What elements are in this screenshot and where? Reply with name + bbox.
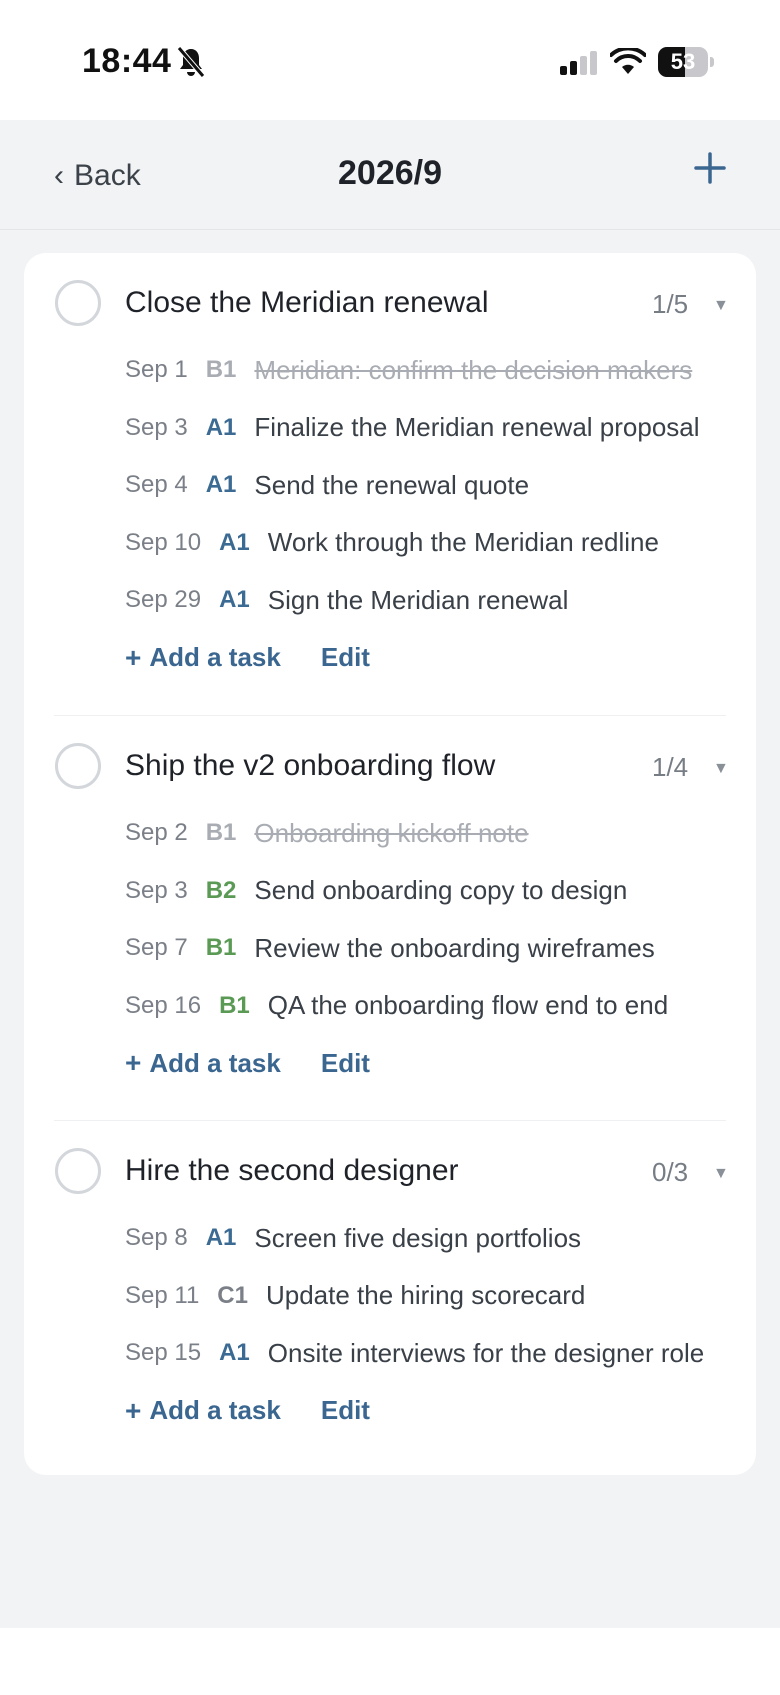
goal-progress-count: 1/4	[652, 752, 689, 782]
task-row[interactable]: Sep 3 A1 Finalize the Meridian renewal pro…	[125, 408, 700, 448]
task-priority-badge: A1	[219, 1339, 250, 1366]
plus-icon: +	[125, 1047, 142, 1078]
edit-goal-button[interactable]: Edit	[321, 642, 370, 673]
add-task-button[interactable]: + Add a task	[125, 1047, 281, 1079]
edit-goal-button[interactable]: Edit	[321, 1048, 370, 1079]
task-title: Finalize the Meridian renewal proposal	[254, 412, 700, 442]
battery-icon: 53	[658, 47, 714, 77]
task-title: Sign the Meridian renewal	[267, 584, 569, 615]
task-date: Sep 8	[125, 1224, 188, 1251]
task-priority-badge: A1	[205, 1224, 237, 1251]
goal-actions: + Add a task Edit	[125, 1391, 370, 1431]
plus-icon[interactable]	[692, 150, 728, 186]
task-date: Sep 11	[125, 1281, 200, 1309]
goal-progress-count: 0/3	[652, 1157, 689, 1187]
task-date: Sep 3	[125, 413, 188, 441]
goal-title[interactable]: Ship the v2 onboarding flow	[125, 749, 495, 783]
task-title: Onboarding kickoff note	[254, 817, 529, 848]
task-date: Sep 29	[125, 586, 202, 613]
goal-title[interactable]: Close the Meridian renewal	[125, 286, 489, 320]
task-row[interactable]: Sep 15 A1 Onsite interviews for the design…	[125, 1333, 704, 1373]
chevron-left-icon: ‹	[54, 159, 64, 192]
task-row[interactable]: Sep 8 A1 Screen five design portfolios	[125, 1218, 581, 1258]
home-indicator-area	[0, 1628, 780, 1695]
task-row[interactable]: Sep 29 A1 Sign the Meridian renewal	[125, 580, 568, 620]
task-date: Sep 4	[125, 471, 188, 498]
goal-actions: + Add a task Edit	[125, 638, 370, 678]
task-priority-badge: C1	[217, 1281, 248, 1309]
add-task-button[interactable]: + Add a task	[125, 1395, 281, 1427]
task-priority-badge: A1	[219, 586, 250, 613]
task-priority-badge: A1	[219, 528, 250, 556]
task-date: Sep 10	[125, 528, 202, 556]
task-date: Sep 3	[125, 876, 188, 904]
task-row[interactable]: Sep 1 B1 Meridian: confirm the decision ma…	[125, 350, 692, 390]
battery-level: 53	[670, 49, 696, 74]
bell-off-icon	[177, 46, 205, 78]
task-title: Work through the Meridian redline	[267, 527, 659, 557]
goal-title[interactable]: Hire the second designer	[125, 1154, 459, 1188]
task-title: QA the onboarding flow end to end	[267, 990, 669, 1020]
goal-divider	[54, 1120, 726, 1121]
task-date: Sep 16	[125, 991, 202, 1019]
add-task-label: Add a task	[149, 1395, 281, 1425]
task-priority-badge: B1	[205, 819, 237, 846]
task-row[interactable]: Sep 4 A1 Send the renewal quote	[125, 465, 529, 505]
task-date: Sep 1	[125, 356, 188, 383]
task-priority-badge: B1	[219, 991, 250, 1019]
collapse-caret-icon[interactable]: ▼	[713, 760, 729, 778]
task-row[interactable]: Sep 10 A1 Work through the Meridian redlin…	[125, 523, 659, 563]
goal-checkbox[interactable]	[55, 743, 101, 789]
add-task-label: Add a task	[149, 1047, 281, 1078]
back-label: Back	[74, 159, 141, 192]
plus-icon: +	[125, 641, 142, 673]
collapse-caret-icon[interactable]: ▼	[713, 1165, 729, 1183]
task-title: Review the onboarding wireframes	[254, 932, 655, 963]
task-title: Screen five design portfolios	[254, 1222, 582, 1253]
signal-icon	[560, 51, 597, 75]
goal-actions: + Add a task Edit	[125, 1043, 370, 1083]
task-row[interactable]: Sep 7 B1 Review the onboarding wireframes	[125, 928, 655, 968]
goals-card: Close the Meridian renewal 1/5 ▼ Sep 1 B1 Mer…	[24, 253, 756, 1475]
goal-divider	[54, 715, 726, 716]
task-title: Update the hiring scorecard	[265, 1280, 586, 1310]
task-priority-badge: A1	[205, 413, 237, 441]
task-priority-badge: A1	[205, 471, 237, 498]
task-row[interactable]: Sep 16 B1 QA the onboarding flow end to en…	[125, 986, 668, 1026]
back-button[interactable]: ‹ Back	[54, 156, 141, 196]
add-task-button[interactable]: + Add a task	[125, 642, 281, 674]
wifi-icon	[610, 48, 646, 74]
task-title: Send the renewal quote	[254, 469, 530, 500]
task-title: Onsite interviews for the designer role	[267, 1337, 705, 1368]
collapse-caret-icon[interactable]: ▼	[713, 297, 729, 315]
task-date: Sep 15	[125, 1339, 202, 1366]
task-title: Send onboarding copy to design	[254, 875, 628, 905]
task-row[interactable]: Sep 3 B2 Send onboarding copy to design	[125, 871, 627, 911]
plus-icon: +	[125, 1394, 142, 1426]
task-priority-badge: B1	[205, 934, 237, 961]
goal-checkbox[interactable]	[55, 1148, 101, 1194]
task-priority-badge: B1	[205, 356, 237, 383]
goal-progress-count: 1/5	[652, 289, 689, 319]
task-date: Sep 7	[125, 934, 188, 961]
task-priority-badge: B2	[205, 876, 237, 904]
task-row[interactable]: Sep 2 B1 Onboarding kickoff note	[125, 813, 529, 853]
goal-checkbox[interactable]	[55, 280, 101, 326]
add-task-label: Add a task	[149, 642, 281, 672]
task-row[interactable]: Sep 11 C1 Update the hiring scorecard	[125, 1276, 585, 1316]
task-title: Meridian: confirm the decision makers	[254, 354, 693, 385]
task-date: Sep 2	[125, 819, 188, 846]
nav-bar: 2026/9 ‹ Back	[0, 120, 780, 230]
status-time: 18:44	[82, 42, 172, 80]
status-bar: 18:44 53	[0, 0, 780, 120]
edit-goal-button[interactable]: Edit	[321, 1395, 370, 1426]
